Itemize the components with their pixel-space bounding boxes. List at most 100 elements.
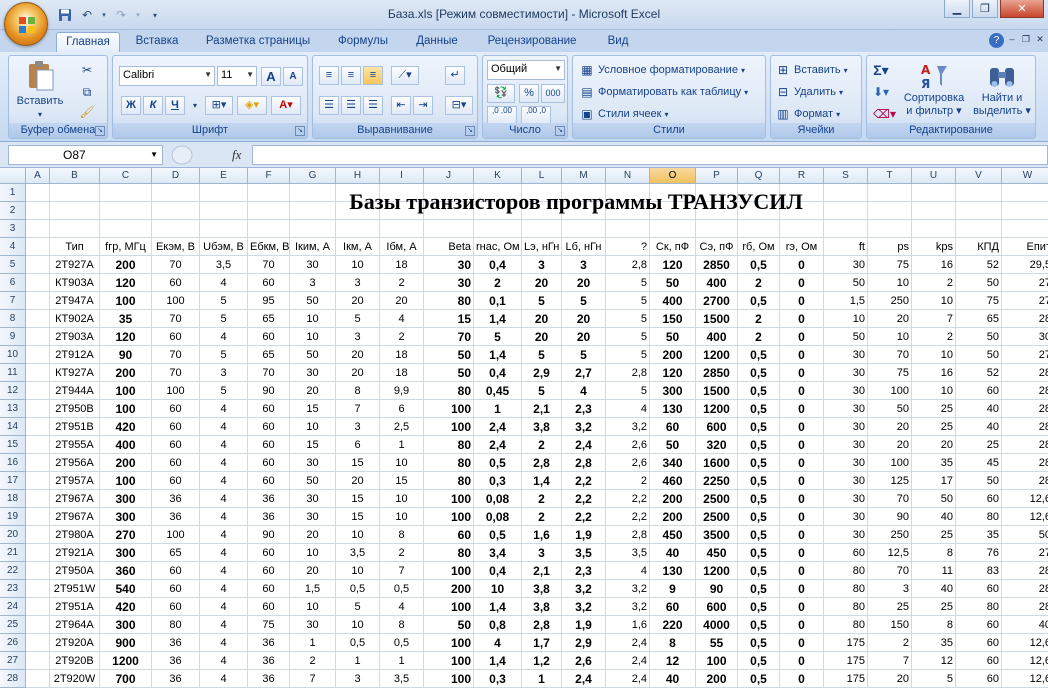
cell[interactable]: 60 <box>424 526 474 544</box>
cell[interactable] <box>562 202 606 220</box>
cell[interactable]: 0 <box>780 598 824 616</box>
cell[interactable] <box>380 220 424 238</box>
cell[interactable]: 90 <box>100 346 152 364</box>
cell[interactable] <box>26 292 50 310</box>
cell[interactable]: 5 <box>336 310 380 328</box>
align-center-icon[interactable]: ☰ <box>341 96 361 115</box>
cell[interactable]: 50 <box>956 328 1002 346</box>
cell[interactable] <box>1002 202 1048 220</box>
cell[interactable]: 50 <box>868 400 912 418</box>
cell[interactable]: 70 <box>152 346 200 364</box>
cell[interactable]: 540 <box>100 580 152 598</box>
column-header[interactable]: H <box>336 168 380 184</box>
delete-cells-button[interactable]: ⊟ Удалить ▾ <box>775 84 843 100</box>
cell[interactable]: 17 <box>912 472 956 490</box>
cell[interactable]: Lэ, нГн <box>522 238 562 256</box>
cell[interactable]: 0 <box>780 346 824 364</box>
cell[interactable]: 30 <box>824 472 868 490</box>
cell[interactable]: 0 <box>780 418 824 436</box>
cell[interactable]: 5 <box>562 346 606 364</box>
cell[interactable]: 50 <box>1002 526 1048 544</box>
cell[interactable]: 15 <box>336 508 380 526</box>
cell[interactable]: 2Т927А <box>50 256 100 274</box>
cell[interactable]: 90 <box>248 382 290 400</box>
cell[interactable]: 7 <box>336 400 380 418</box>
cell[interactable]: 36 <box>152 670 200 688</box>
cell[interactable]: 50 <box>956 274 1002 292</box>
cell[interactable]: 80 <box>824 580 868 598</box>
workbook-minimize-icon[interactable]: – <box>1006 33 1018 45</box>
format-as-table-button[interactable]: ▤ Форматировать как таблицу ▾ <box>579 84 748 100</box>
cell[interactable]: 100 <box>424 652 474 670</box>
cell[interactable]: 75 <box>868 256 912 274</box>
cell[interactable] <box>956 184 1002 202</box>
cell[interactable]: 1,4 <box>474 310 522 328</box>
cell[interactable]: 120 <box>100 328 152 346</box>
cell[interactable]: 10 <box>290 328 336 346</box>
cell[interactable]: 70 <box>424 328 474 346</box>
cell[interactable]: 4 <box>200 652 248 670</box>
cell[interactable]: 100 <box>424 418 474 436</box>
cell[interactable] <box>522 184 562 202</box>
cell[interactable] <box>26 310 50 328</box>
cell[interactable]: 3,4 <box>474 544 522 562</box>
cell[interactable]: 5 <box>522 382 562 400</box>
cell[interactable]: 0,45 <box>474 382 522 400</box>
cell[interactable]: 8 <box>380 526 424 544</box>
cell[interactable]: 0 <box>780 670 824 688</box>
cell[interactable]: 20 <box>522 328 562 346</box>
row-header[interactable]: 2 <box>0 202 26 220</box>
cell[interactable]: 2Т920В <box>50 652 100 670</box>
cell[interactable]: 0 <box>780 634 824 652</box>
cell[interactable]: 900 <box>100 634 152 652</box>
cell[interactable]: 80 <box>424 544 474 562</box>
tab-review[interactable]: Рецензирование <box>476 32 588 52</box>
cell[interactable]: 20 <box>562 274 606 292</box>
cell[interactable]: 20 <box>868 418 912 436</box>
cell[interactable]: 2700 <box>696 292 738 310</box>
cell[interactable]: 1200 <box>696 400 738 418</box>
cell[interactable]: 0,3 <box>474 670 522 688</box>
cell[interactable]: 0,5 <box>738 490 780 508</box>
cell[interactable]: 3 <box>336 670 380 688</box>
cell[interactable]: 1600 <box>696 454 738 472</box>
cell[interactable]: 2 <box>868 634 912 652</box>
cell[interactable]: 50 <box>956 472 1002 490</box>
cell[interactable]: 0 <box>780 292 824 310</box>
cell[interactable]: 300 <box>100 616 152 634</box>
cell[interactable] <box>26 562 50 580</box>
cell[interactable]: 4 <box>606 562 650 580</box>
paste-button[interactable]: Вставить ▾ <box>15 60 65 119</box>
cell[interactable]: 11 <box>912 562 956 580</box>
cell[interactable]: 35 <box>956 526 1002 544</box>
cell[interactable]: 100 <box>868 382 912 400</box>
cell[interactable]: 300 <box>100 508 152 526</box>
cell[interactable]: 25 <box>912 598 956 616</box>
cell[interactable]: 0 <box>780 562 824 580</box>
row-header[interactable]: 15 <box>0 436 26 454</box>
cell[interactable]: 0,5 <box>738 508 780 526</box>
cell[interactable]: 100 <box>424 598 474 616</box>
font-name-combo[interactable]: Calibri ▼ <box>119 66 215 86</box>
cell[interactable]: 60 <box>152 598 200 616</box>
cell[interactable]: Eбкм, В <box>248 238 290 256</box>
workbook-restore-icon[interactable]: ❐ <box>1020 33 1032 45</box>
cell[interactable]: 4 <box>200 490 248 508</box>
tab-page-layout[interactable]: Разметка страницы <box>196 32 320 52</box>
cell[interactable]: 3500 <box>696 526 738 544</box>
cell[interactable]: 2 <box>474 274 522 292</box>
cell[interactable]: 35 <box>912 454 956 472</box>
tab-view[interactable]: Вид <box>596 32 640 52</box>
cell[interactable]: 10 <box>290 544 336 562</box>
cell[interactable]: 60 <box>152 436 200 454</box>
cell[interactable]: 0,5 <box>738 382 780 400</box>
cell[interactable]: Eкэм, В <box>152 238 200 256</box>
cell[interactable]: 20 <box>522 310 562 328</box>
cell[interactable]: 50 <box>290 472 336 490</box>
wrap-text-icon[interactable]: ↵ <box>445 66 465 85</box>
cell[interactable]: 700 <box>100 670 152 688</box>
cell[interactable]: 0,5 <box>738 526 780 544</box>
cell[interactable]: 1,7 <box>522 634 562 652</box>
cell[interactable] <box>868 202 912 220</box>
cell[interactable]: 2,4 <box>606 634 650 652</box>
